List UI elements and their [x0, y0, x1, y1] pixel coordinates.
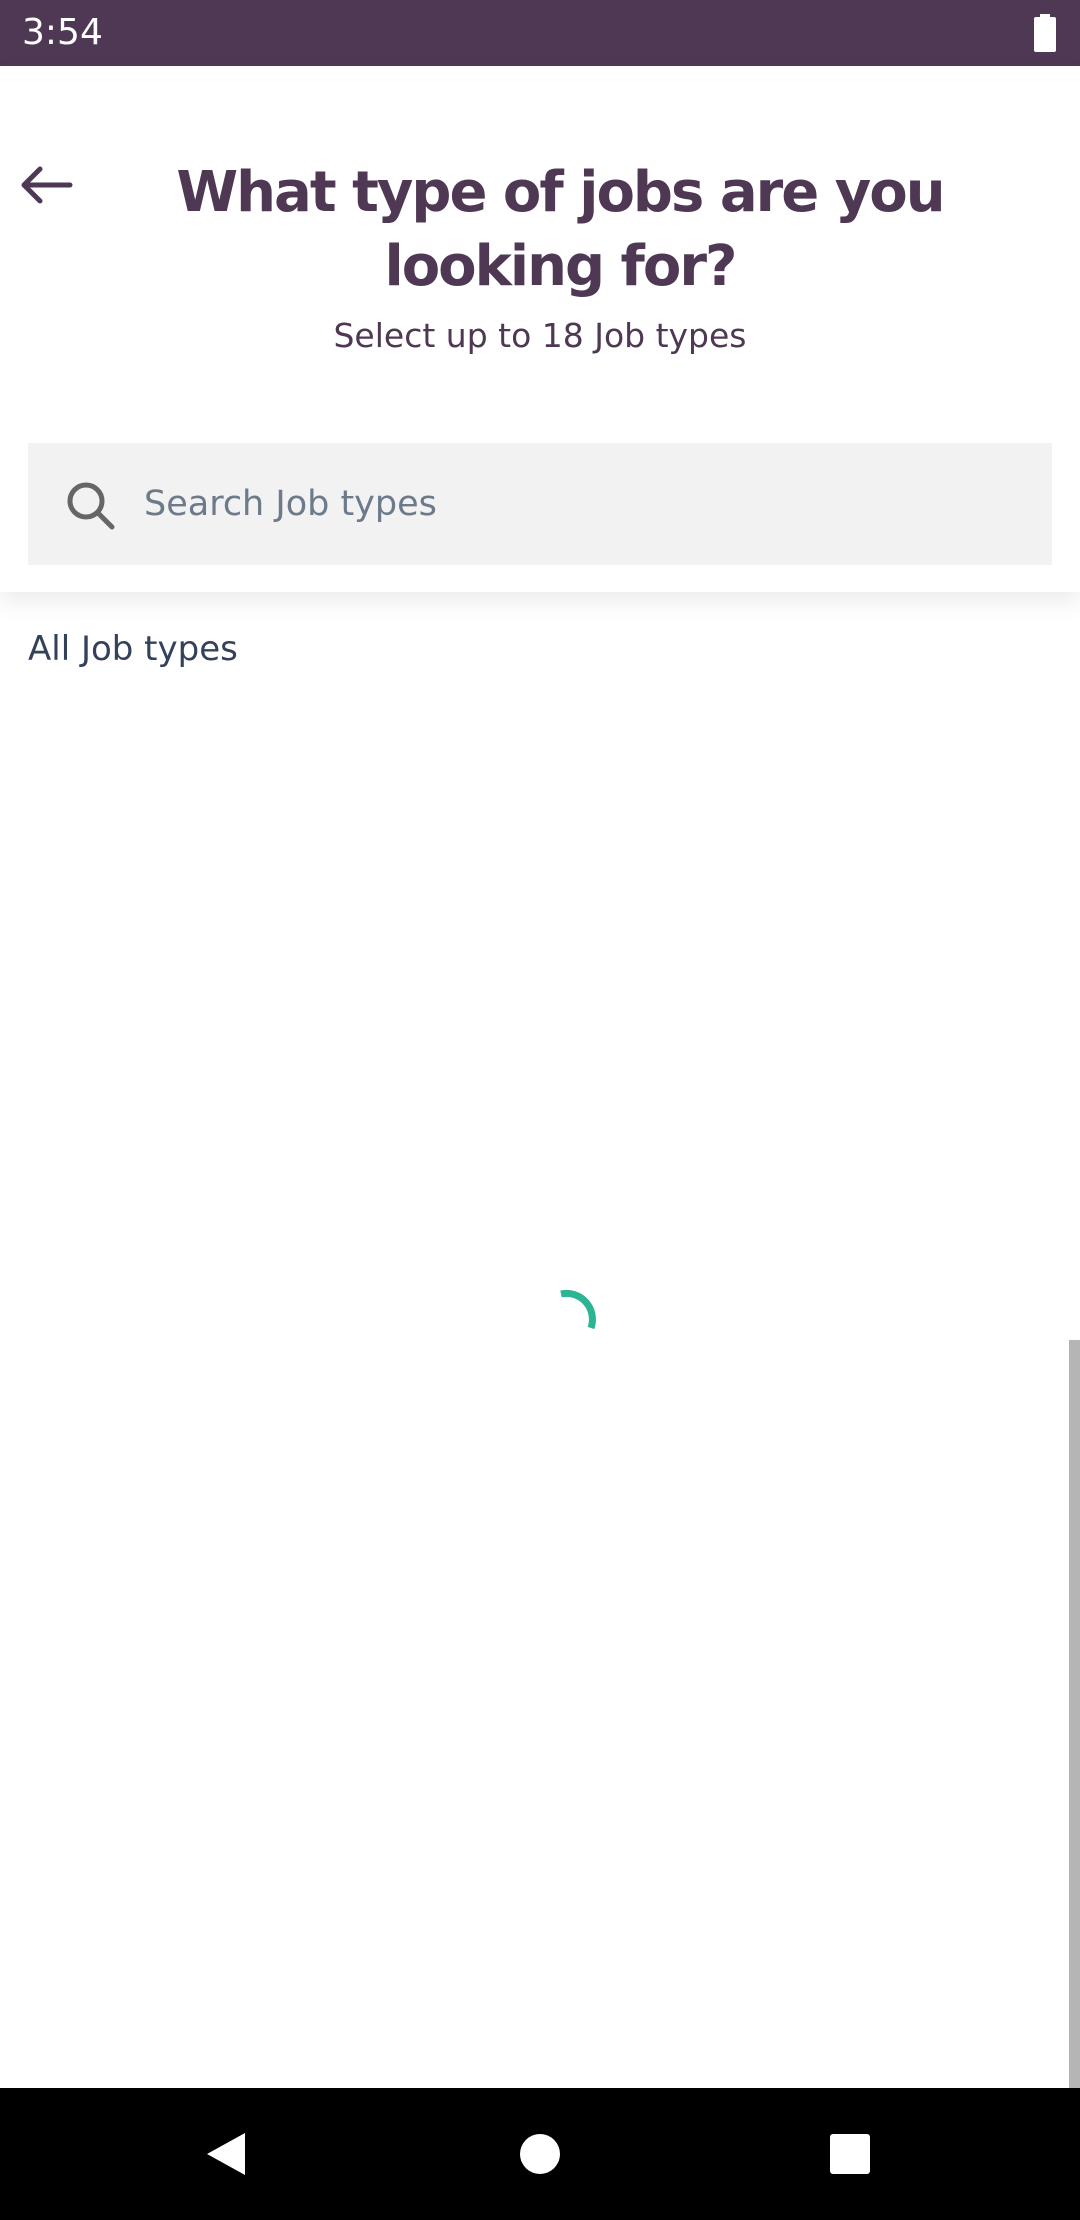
nav-home-button[interactable]	[500, 2114, 580, 2194]
page-title: What type of jobs are you looking for?	[176, 160, 945, 299]
section-title-all-job-types: All Job types	[28, 629, 238, 669]
arrow-left-icon	[21, 166, 73, 204]
back-triangle-icon	[207, 2133, 245, 2175]
status-bar: 3:54	[0, 0, 1080, 66]
page-subtitle: Select up to 18 Job types	[333, 316, 747, 355]
battery-icon	[1034, 14, 1056, 52]
header: What type of jobs are you looking for? S…	[0, 66, 1080, 592]
status-time: 3:54	[22, 12, 103, 53]
scrollbar[interactable]	[1069, 1340, 1080, 2088]
loading-spinner-icon	[560, 1289, 596, 1330]
navigation-bar	[0, 2088, 1080, 2220]
nav-back-button[interactable]	[186, 2114, 266, 2194]
search-icon	[67, 482, 115, 530]
back-button[interactable]	[14, 152, 80, 218]
search-input[interactable]	[144, 443, 1024, 565]
nav-recents-button[interactable]	[810, 2114, 890, 2194]
home-circle-icon	[520, 2134, 560, 2174]
search-box[interactable]	[28, 443, 1052, 565]
recents-square-icon	[830, 2134, 870, 2174]
